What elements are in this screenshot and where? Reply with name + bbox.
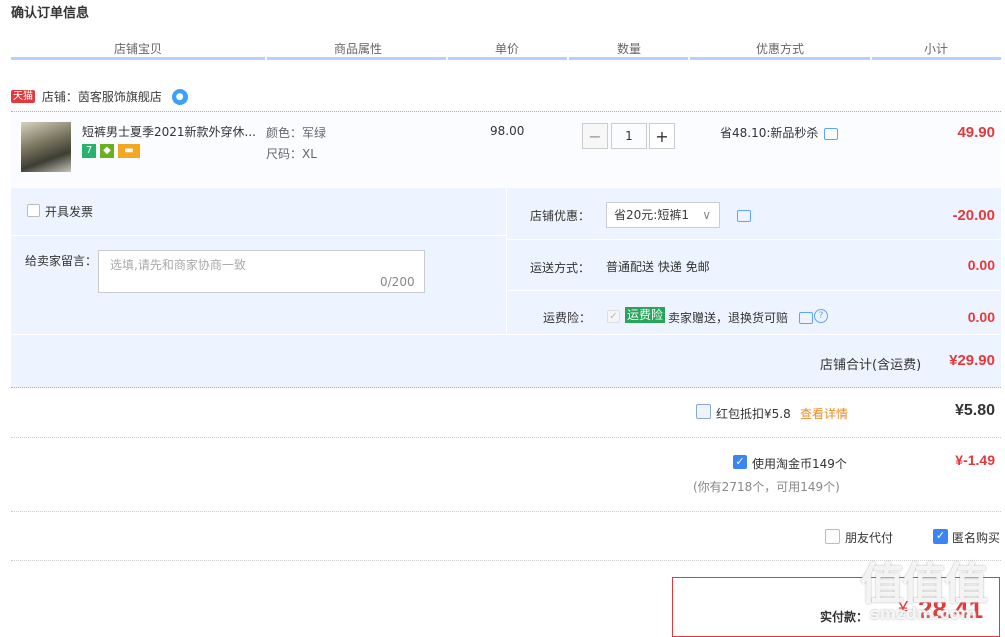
discount-label: 省48.10:新品秒杀 xyxy=(720,126,819,140)
shop-row: 天猫 店铺：茵客服饰旗舰店 ● xyxy=(11,88,188,105)
product-title-link[interactable]: 短裤男士夏季2021新款外穿休... xyxy=(82,123,260,140)
product-thumbnail[interactable] xyxy=(21,122,71,172)
taobao-coin-label: 使用淘金币149个 xyxy=(752,457,847,471)
attr-size: 尺码：XL xyxy=(266,147,317,161)
shop-discount-select[interactable]: 省20元:短裤1 ∨ xyxy=(606,202,720,228)
attr-color: 颜色：军绿 xyxy=(266,126,327,140)
insurance-text: 卖家赠送，退换货可赔 xyxy=(668,311,789,325)
anonymous-label: 匿名购买 xyxy=(952,531,1001,545)
quantity-minus-button[interactable]: − xyxy=(582,123,608,149)
taobao-coin-checkbox[interactable]: ✓ xyxy=(733,455,747,469)
page-title: 确认订单信息 xyxy=(11,6,90,21)
col-header-attributes: 商品属性 xyxy=(333,42,382,56)
message-counter: 0/200 xyxy=(380,275,415,289)
red-packet-label: 红包抵扣¥5.8 xyxy=(716,407,791,421)
insurance-chat-icon[interactable] xyxy=(799,312,813,324)
help-icon[interactable]: ? xyxy=(814,309,828,323)
shipping-value: 普通配送 快递 免邮 xyxy=(606,260,710,274)
shop-total-amount: ¥29.90 xyxy=(949,352,995,369)
insurance-label: 运费险： xyxy=(543,311,592,325)
col-header-quantity: 数量 xyxy=(616,42,641,56)
anonymous-checkbox[interactable]: ✓ xyxy=(933,529,948,544)
shop-discount-chat-icon[interactable] xyxy=(737,210,751,222)
message-label: 给卖家留言： xyxy=(25,254,98,268)
guarantee-icon: ◆ xyxy=(100,144,114,158)
service-tags: 7 ◆ ▬ xyxy=(82,142,144,158)
invoice-checkbox[interactable] xyxy=(27,204,40,217)
message-placeholder: 选填,请先和商家协商一致 xyxy=(110,258,246,272)
wangwang-chat-icon[interactable]: ● xyxy=(171,88,188,105)
col-header-subtotal: 小计 xyxy=(923,42,948,56)
red-packet-details-link[interactable]: 查看详情 xyxy=(800,405,848,422)
col-header-unit-price: 单价 xyxy=(494,42,519,56)
shop-discount-selected: 省20元:短裤1 xyxy=(614,208,689,222)
red-packet-amount: ¥5.80 xyxy=(954,402,995,419)
shipping-label: 运送方式： xyxy=(530,261,591,275)
friend-pay-checkbox[interactable] xyxy=(825,529,840,544)
insurance-amount: 0.00 xyxy=(967,309,995,325)
friend-pay-label: 朋友代付 xyxy=(845,531,894,545)
chevron-down-icon: ∨ xyxy=(702,208,711,222)
red-packet-checkbox[interactable] xyxy=(696,404,711,419)
tmall-badge-icon: 天猫 xyxy=(11,90,35,103)
quantity-plus-button[interactable]: + xyxy=(649,123,675,149)
item-subtotal: 49.90 xyxy=(957,124,995,141)
shipping-amount: 0.00 xyxy=(967,257,995,273)
seven-day-return-icon: 7 xyxy=(82,144,96,158)
taobao-coin-amount: ¥-1.49 xyxy=(955,452,995,468)
col-header-item: 店铺宝贝 xyxy=(113,42,162,56)
insurance-checkbox[interactable]: ✓ xyxy=(607,310,620,323)
insurance-badge: 运费险 xyxy=(625,307,666,323)
watermark-glyphs: 值值值 xyxy=(860,559,988,610)
taobao-coin-note: (你有2718个，可用149个) xyxy=(693,480,840,494)
watermark-site: smzdm.com xyxy=(870,604,977,623)
unit-price: 98.00 xyxy=(490,124,525,138)
col-header-discount: 优惠方式 xyxy=(755,42,804,56)
credit-card-icon: ▬ xyxy=(118,144,140,158)
discount-chat-icon[interactable] xyxy=(824,127,839,140)
header-divider xyxy=(11,57,1001,60)
discount-info: 省48.10:新品秒杀 xyxy=(720,124,839,141)
shop-discount-label: 店铺优惠： xyxy=(530,209,591,223)
shop-discount-amount: -20.00 xyxy=(952,207,995,224)
shop-name-link[interactable]: 店铺：茵客服饰旗舰店 xyxy=(42,90,162,104)
quantity-input[interactable]: 1 xyxy=(611,123,647,149)
invoice-label: 开具发票 xyxy=(45,205,94,219)
